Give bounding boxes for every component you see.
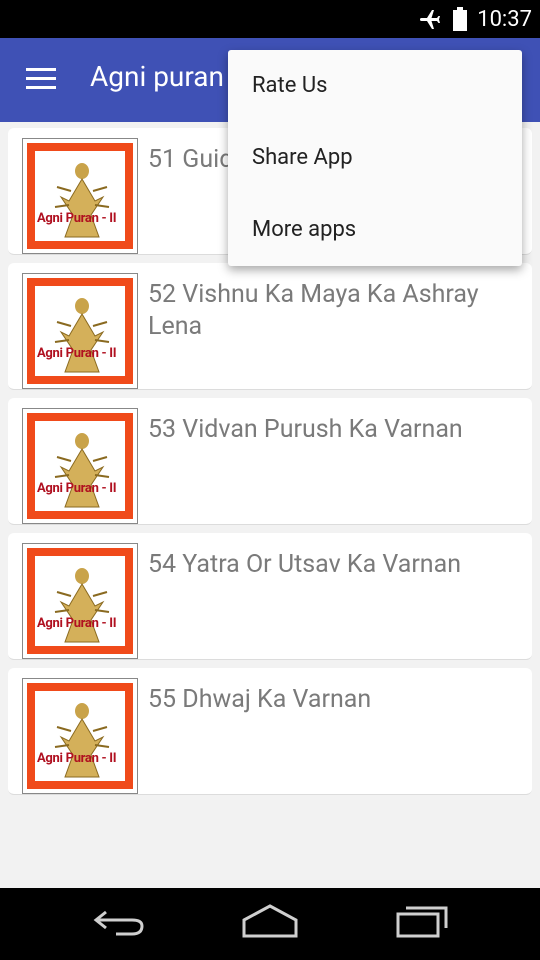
list-item[interactable]: Agni Puran - II 54 Yatra Or Utsav Ka Var…	[8, 533, 532, 660]
hamburger-menu-icon[interactable]	[26, 68, 56, 90]
thumbnail-caption: Agni Puran - II	[37, 616, 117, 631]
list-item[interactable]: Agni Puran - II 55 Dhwaj Ka Varnan	[8, 668, 532, 795]
battery-icon	[453, 7, 468, 31]
clock: 10:37	[477, 6, 532, 32]
back-icon[interactable]	[92, 902, 148, 946]
chapter-title: 53 Vidvan Purush Ka Varnan	[148, 415, 463, 444]
chapter-thumbnail: Agni Puran - II	[22, 138, 138, 254]
chapter-thumbnail: Agni Puran - II	[22, 273, 138, 389]
deity-illustration-icon	[54, 433, 110, 508]
menu-item-rate-us[interactable]: Rate Us	[228, 50, 522, 122]
thumbnail-caption: Agni Puran - II	[37, 751, 117, 766]
navigation-bar	[0, 888, 540, 960]
deity-illustration-icon	[54, 568, 110, 643]
chapter-thumbnail: Agni Puran - II	[22, 408, 138, 524]
thumbnail-caption: Agni Puran - II	[37, 211, 117, 226]
deity-illustration-icon	[54, 703, 110, 778]
deity-illustration-icon	[54, 163, 110, 238]
menu-item-more-apps[interactable]: More apps	[228, 194, 522, 266]
menu-item-share-app[interactable]: Share App	[228, 122, 522, 194]
chapter-thumbnail: Agni Puran - II	[22, 543, 138, 659]
thumbnail-caption: Agni Puran - II	[37, 481, 117, 496]
home-icon[interactable]	[240, 902, 300, 946]
chapter-title: 52 Vishnu Ka Maya Ka Ashray Lena	[148, 280, 479, 341]
thumbnail-caption: Agni Puran - II	[37, 346, 117, 361]
chapter-thumbnail: Agni Puran - II	[22, 678, 138, 794]
status-bar: 10:37	[0, 0, 540, 38]
recent-apps-icon[interactable]	[394, 902, 450, 946]
app-title: Agni puran	[90, 60, 224, 93]
chapter-title: 54 Yatra Or Utsav Ka Varnan	[148, 550, 462, 579]
list-item[interactable]: Agni Puran - II 53 Vidvan Purush Ka Varn…	[8, 398, 532, 525]
deity-illustration-icon	[54, 298, 110, 373]
chapter-title: 55 Dhwaj Ka Varnan	[148, 685, 372, 714]
overflow-menu: Rate Us Share App More apps	[228, 50, 522, 266]
list-item[interactable]: Agni Puran - II 52 Vishnu Ka Maya Ka Ash…	[8, 263, 532, 390]
airplane-mode-icon	[417, 7, 443, 31]
